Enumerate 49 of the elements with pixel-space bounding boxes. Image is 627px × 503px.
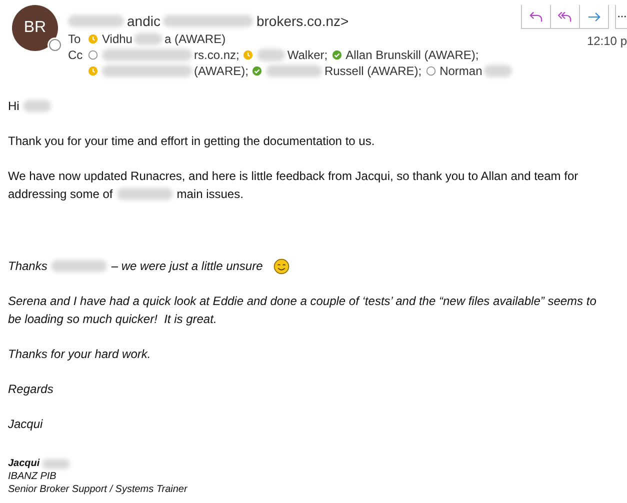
recipient-name[interactable]: Vidhu bbox=[102, 31, 132, 47]
signature-line: Senior Broker Support / Systems Trainer bbox=[8, 484, 188, 495]
presence-icon bbox=[426, 66, 436, 76]
recipient-name[interactable]: Norman bbox=[440, 63, 482, 79]
more-icon bbox=[618, 15, 626, 18]
signature-line: IBANZ PIB bbox=[8, 471, 56, 482]
body-text: Serena and I have had a quick look at Eddie and done a couple of ‘tests’ and the “new files available” seems to bbox=[8, 293, 596, 310]
body-text: Hi bbox=[8, 98, 20, 115]
redacted-text bbox=[68, 15, 124, 27]
presence-icon bbox=[332, 50, 342, 60]
recipient-name[interactable]: Russell (AWARE); bbox=[324, 63, 422, 79]
body-text: Jacqui bbox=[8, 416, 43, 433]
body-text: addressing some of bbox=[8, 186, 113, 203]
body-text: We have now updated Runacres, and here is little feedback from Jacqui, so thank you to Allan and team for bbox=[8, 168, 578, 185]
body-text: Thank you for your time and effort in getting the documentation to us. bbox=[8, 133, 375, 150]
redacted-text bbox=[134, 33, 162, 45]
recipient-label: To bbox=[68, 31, 82, 47]
recipient-name[interactable]: rs.co.nz; bbox=[194, 47, 240, 63]
presence-icon bbox=[88, 34, 98, 44]
redacted-text bbox=[23, 100, 52, 112]
sent-time: 12:10 p bbox=[586, 34, 627, 48]
presence-icon bbox=[252, 66, 262, 76]
body-text: Thanks bbox=[8, 258, 48, 275]
recipient-name[interactable]: (AWARE); bbox=[194, 63, 248, 79]
recipient-name[interactable]: a (AWARE) bbox=[164, 31, 226, 47]
signature-name: Jacqui bbox=[8, 457, 40, 470]
forward-button[interactable] bbox=[579, 5, 609, 29]
sender-text: andic bbox=[127, 13, 160, 29]
presence-icon bbox=[88, 66, 98, 76]
recipient-name[interactable]: Walker; bbox=[287, 47, 328, 63]
redacted-text bbox=[257, 49, 286, 61]
recipient-label: Cc bbox=[68, 47, 84, 64]
presence-icon bbox=[243, 50, 254, 60]
redacted-text bbox=[42, 458, 70, 468]
presence-icon bbox=[49, 39, 61, 51]
body-text: Regards bbox=[8, 381, 54, 398]
redacted-text bbox=[266, 65, 322, 77]
body-text: Thanks for your hard work. bbox=[8, 346, 151, 363]
reply-button[interactable] bbox=[521, 5, 551, 29]
sender-text: brokers.co.nz> bbox=[256, 13, 349, 29]
smiley-icon bbox=[272, 258, 290, 274]
body-text: be loading so much quicker! It is great. bbox=[8, 311, 217, 328]
redacted-text bbox=[51, 260, 108, 272]
body-text: – we were just a little unsure bbox=[111, 258, 263, 275]
presence-icon bbox=[88, 50, 98, 60]
recipient-name[interactable]: Allan Brunskill (AWARE); bbox=[346, 47, 479, 63]
redacted-text bbox=[116, 188, 173, 200]
redacted-text bbox=[484, 65, 512, 77]
body-text: main issues. bbox=[176, 186, 244, 203]
